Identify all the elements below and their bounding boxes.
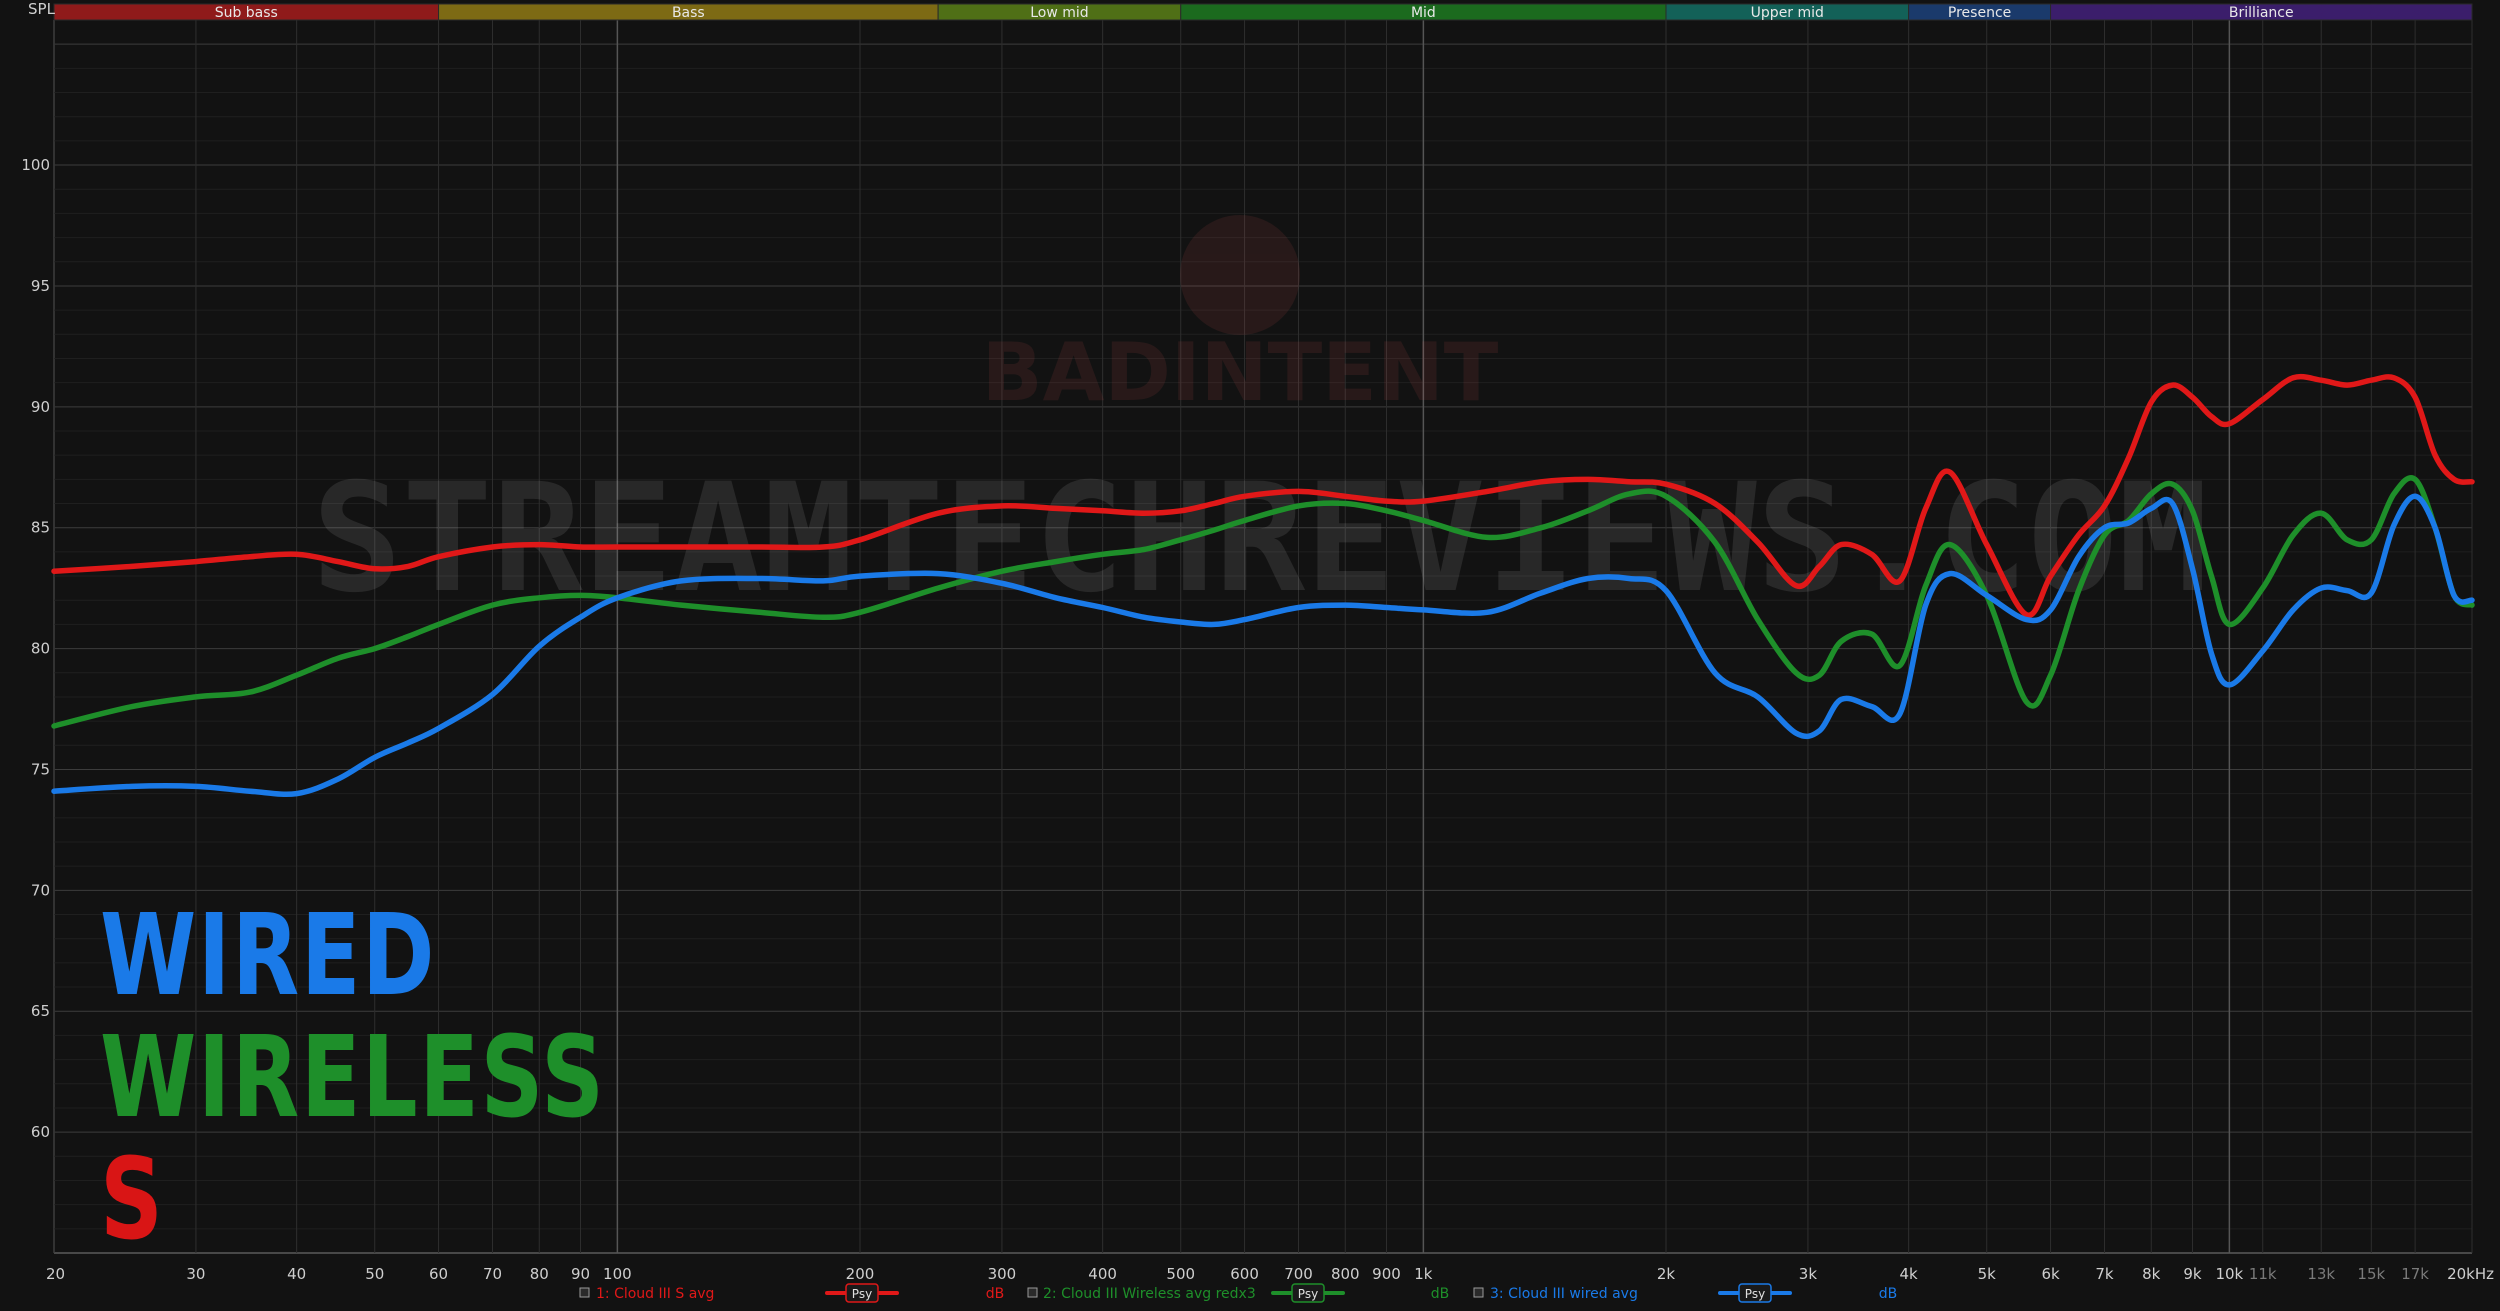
x-tick-label: 6k xyxy=(2041,1265,2060,1283)
y-tick-label: 85 xyxy=(31,519,50,537)
y-tick-label: 75 xyxy=(31,760,50,778)
band-label: Mid xyxy=(1411,5,1436,21)
x-tick-label: 50 xyxy=(365,1265,384,1283)
x-tick-label: 20 xyxy=(46,1265,65,1283)
frequency-bands: Sub bass Bass Low mid Mid Upper mid Presence B… xyxy=(53,3,2473,21)
band-label: Upper mid xyxy=(1751,5,1824,21)
legend-psy-label: Psy xyxy=(852,1287,872,1301)
x-tick-label: 90 xyxy=(571,1265,590,1283)
overlay-label-s: S xyxy=(100,1135,165,1265)
y-tick-label: 100 xyxy=(21,156,50,174)
legend-unit: dB xyxy=(1879,1286,1898,1302)
x-tick-label: 400 xyxy=(1088,1265,1117,1283)
x-tick-label: 600 xyxy=(1230,1265,1259,1283)
y-tick-label: 90 xyxy=(31,398,50,416)
x-tick-label: 300 xyxy=(988,1265,1017,1283)
y-tick-label: 65 xyxy=(31,1002,50,1020)
legend-label: 1: Cloud III S avg xyxy=(596,1286,714,1302)
x-tick-label: 60 xyxy=(429,1265,448,1283)
x-tick-label: 20kHz xyxy=(2447,1265,2494,1283)
x-tick-label: 9k xyxy=(2183,1265,2202,1283)
x-tick-label: 13k xyxy=(2307,1265,2335,1283)
x-tick-label: 17k xyxy=(2401,1265,2429,1283)
x-tick-label: 70 xyxy=(483,1265,502,1283)
x-tick-label: 700 xyxy=(1284,1265,1313,1283)
band-label: Sub bass xyxy=(215,5,278,21)
x-tick-label: 40 xyxy=(287,1265,306,1283)
x-tick-label: 8k xyxy=(2142,1265,2161,1283)
x-tick-label: 900 xyxy=(1372,1265,1401,1283)
band-label: Brilliance xyxy=(2229,5,2294,21)
band-label: Presence xyxy=(1948,5,2011,21)
watermark-brand: BADINTENT xyxy=(982,326,1499,419)
x-tick-label: 30 xyxy=(186,1265,205,1283)
legend-psy-label: Psy xyxy=(1745,1287,1765,1301)
y-tick-label: 70 xyxy=(31,881,50,899)
x-tick-label: 200 xyxy=(846,1265,875,1283)
legend-checkbox xyxy=(579,1287,590,1298)
band-label: Bass xyxy=(672,5,705,21)
x-tick-label: 800 xyxy=(1331,1265,1360,1283)
x-tick-label: 15k xyxy=(2357,1265,2385,1283)
x-tick-label: 500 xyxy=(1166,1265,1195,1283)
y-tick-label: 80 xyxy=(31,640,50,658)
x-tick-label: 5k xyxy=(1978,1265,1997,1283)
x-tick-label: 7k xyxy=(2095,1265,2114,1283)
band-label: Low mid xyxy=(1030,5,1088,21)
x-tick-label: 100 xyxy=(603,1265,632,1283)
y-tick-label: 95 xyxy=(31,277,50,295)
legend-unit: dB xyxy=(1431,1286,1450,1302)
x-tick-label: 11k xyxy=(2249,1265,2277,1283)
legend-checkbox xyxy=(1473,1287,1484,1298)
y-axis-label: SPL xyxy=(28,0,56,18)
x-tick-label: 3k xyxy=(1799,1265,1818,1283)
legend-label: 3: Cloud III wired avg xyxy=(1490,1286,1638,1302)
x-tick-label: 10k xyxy=(2215,1265,2243,1283)
legend-psy-label: Psy xyxy=(1298,1287,1318,1301)
y-tick-label: 60 xyxy=(31,1123,50,1141)
x-tick-label: 80 xyxy=(530,1265,549,1283)
watermark-skull-icon xyxy=(1180,215,1300,335)
overlay-label-wired: WIRED xyxy=(100,891,437,1021)
x-tick-label: 4k xyxy=(1900,1265,1919,1283)
legend-unit: dB xyxy=(986,1286,1005,1302)
overlay-label-wireless: WIRELESS xyxy=(100,1013,606,1143)
x-tick-label: 2k xyxy=(1657,1265,1676,1283)
legend-label: 2: Cloud III Wireless avg redx3 xyxy=(1043,1286,1256,1302)
legend-checkbox xyxy=(1027,1287,1038,1298)
x-tick-label: 1k xyxy=(1414,1265,1433,1283)
